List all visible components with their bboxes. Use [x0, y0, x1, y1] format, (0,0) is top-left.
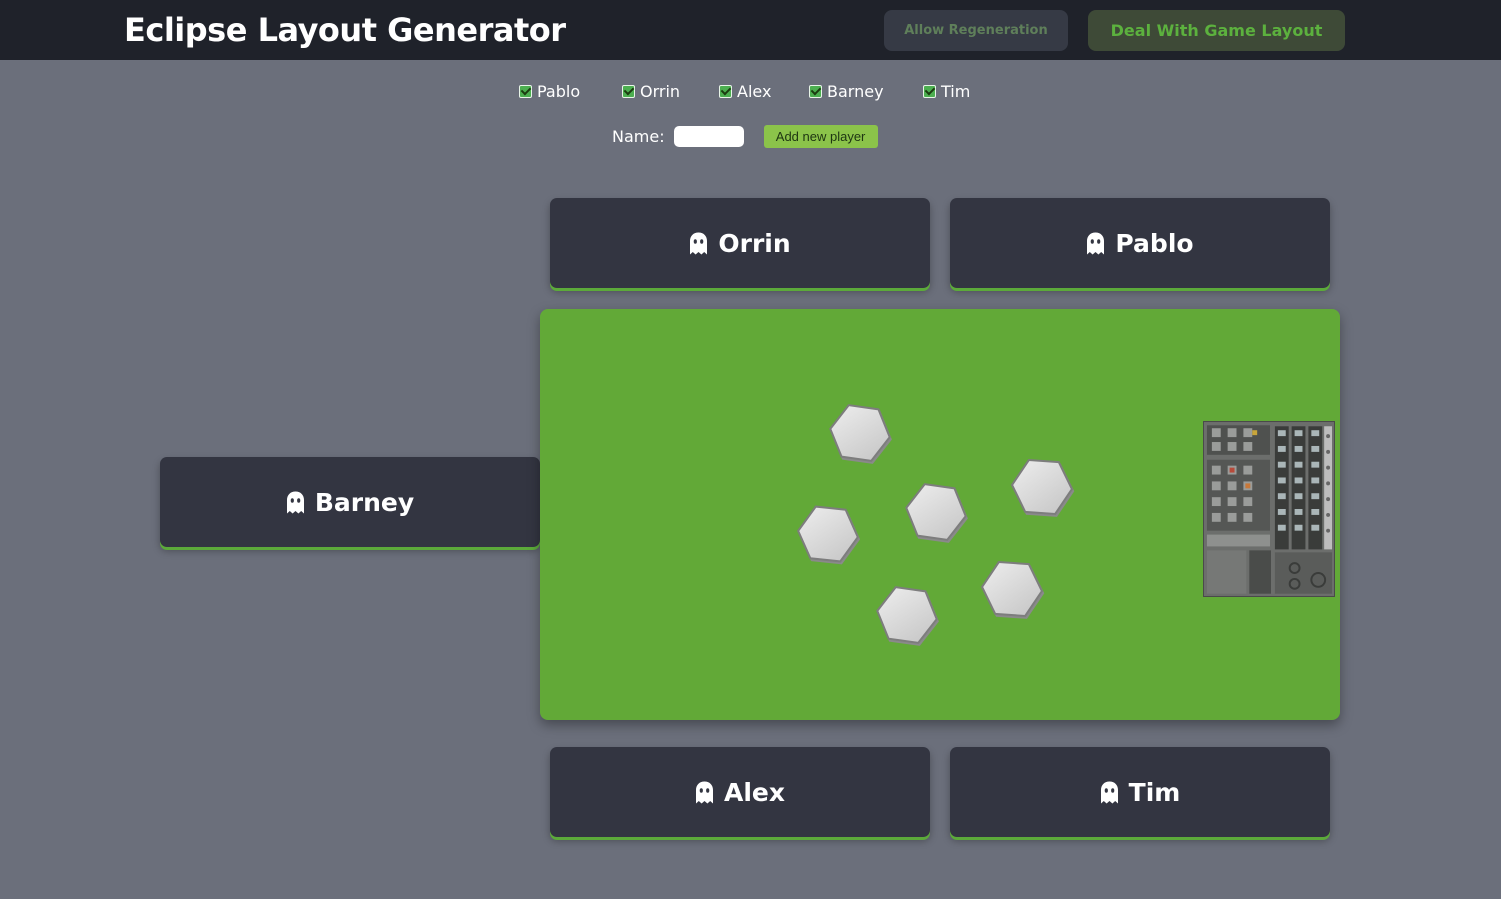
seat-player-name: Orrin	[718, 228, 791, 258]
checkbox-checked-icon[interactable]	[719, 84, 732, 98]
checkbox-checked-icon[interactable]	[923, 84, 936, 98]
game-board	[540, 309, 1340, 720]
player-board-image	[1203, 421, 1335, 597]
name-label: Name:	[612, 126, 665, 146]
hex-tile[interactable]	[1010, 458, 1076, 518]
player-name-input[interactable]	[673, 125, 744, 147]
player-checkbox-orrin[interactable]: Orrin	[622, 80, 680, 102]
add-player-form: Name: Add new player	[612, 124, 878, 148]
deal-with-game-layout-button[interactable]: Deal With Game Layout	[1088, 10, 1345, 51]
checkbox-checked-icon[interactable]	[622, 84, 635, 98]
player-checkbox-label: Barney	[827, 81, 884, 101]
hex-tile[interactable]	[902, 482, 972, 545]
checkbox-checked-icon[interactable]	[519, 84, 532, 98]
seat-card-tim[interactable]: Tim	[950, 747, 1330, 837]
seat-card-orrin[interactable]: Orrin	[550, 198, 930, 288]
ghost-icon	[286, 491, 304, 513]
hex-tile[interactable]	[795, 505, 863, 566]
player-checkbox-label: Orrin	[640, 81, 681, 101]
player-checkbox-barney[interactable]: Barney	[809, 80, 884, 102]
hex-tile[interactable]	[826, 403, 896, 466]
ghost-icon	[1100, 781, 1118, 803]
add-new-player-button[interactable]: Add new player	[763, 124, 878, 148]
hex-tile[interactable]	[980, 560, 1046, 620]
player-checkbox-label: Tim	[941, 81, 971, 101]
player-checkbox-pablo[interactable]: Pablo	[519, 80, 580, 102]
player-checkbox-tim[interactable]: Tim	[923, 80, 970, 102]
seat-player-name: Alex	[724, 777, 785, 807]
player-checkbox-label: Alex	[737, 81, 772, 101]
seat-card-alex[interactable]: Alex	[550, 747, 930, 837]
ghost-icon	[690, 232, 708, 254]
seat-card-pablo[interactable]: Pablo	[950, 198, 1330, 288]
seat-player-name: Barney	[314, 487, 415, 517]
allow-regeneration-button[interactable]: Allow Regeneration	[884, 10, 1068, 51]
seat-card-barney[interactable]: Barney	[160, 457, 540, 547]
seat-player-name: Tim	[1128, 777, 1181, 807]
hex-tile[interactable]	[873, 585, 943, 648]
seat-player-name: Pablo	[1115, 228, 1194, 258]
player-checkbox-label: Pablo	[537, 81, 581, 101]
app-title: Eclipse Layout Generator	[124, 11, 566, 49]
player-checkbox-row: Pablo Orrin Alex Barney Tim	[0, 80, 1501, 102]
ghost-icon	[1087, 232, 1105, 254]
top-bar: Eclipse Layout Generator Allow Regenerat…	[0, 0, 1501, 60]
checkbox-checked-icon[interactable]	[809, 84, 822, 98]
ghost-icon	[696, 781, 713, 803]
player-checkbox-alex[interactable]: Alex	[719, 80, 771, 102]
